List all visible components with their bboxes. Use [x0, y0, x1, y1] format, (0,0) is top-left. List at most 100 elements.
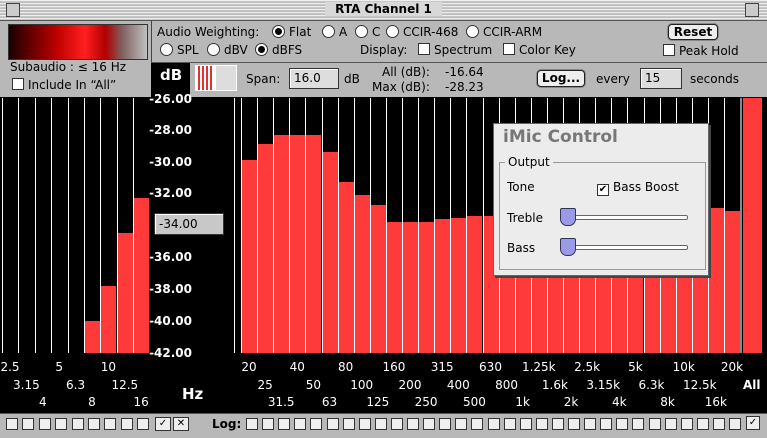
band-log-toggle[interactable] [632, 418, 644, 430]
spectrum-bar [451, 217, 466, 353]
radio-a-icon[interactable] [322, 25, 335, 38]
band-log-toggle[interactable] [39, 418, 51, 430]
radio-flat-icon[interactable] [272, 25, 285, 38]
max-db-value: -28.23 [445, 80, 484, 94]
spectrum-bar [323, 152, 338, 353]
x-tick-label: 31.5 [267, 395, 295, 409]
all-log-checkbox-icon[interactable]: ✓ [746, 416, 760, 430]
peak-hold-box[interactable] [663, 44, 675, 56]
grid-column [18, 98, 19, 353]
band-log-toggle[interactable] [488, 418, 500, 430]
band-log-toggle[interactable] [552, 418, 564, 430]
weighting-ccirarm-radio[interactable]: CCIR-ARM [466, 25, 542, 39]
span-field[interactable]: 16.0 [289, 68, 339, 89]
spectrum-bar [258, 144, 273, 353]
color-key-checkbox[interactable]: Color Key [503, 43, 576, 57]
band-log-toggle[interactable] [600, 418, 612, 430]
band-log-toggle[interactable] [584, 418, 596, 430]
graph-style-icon[interactable] [215, 65, 237, 91]
band-log-toggle[interactable] [697, 418, 709, 430]
y-tick-label: -38.00 [149, 282, 192, 296]
band-log-toggle[interactable] [568, 418, 580, 430]
band-log-toggle[interactable] [137, 418, 149, 430]
band-log-toggle[interactable] [455, 418, 467, 430]
band-log-toggle[interactable] [6, 418, 18, 430]
band-log-toggle[interactable] [121, 418, 133, 430]
band-log-toggle[interactable] [375, 418, 387, 430]
band-log-toggle[interactable] [55, 418, 67, 430]
band-log-toggle[interactable] [504, 418, 516, 430]
color-gradient-swatch [8, 24, 148, 60]
x-tick-label: 2.5 [0, 360, 20, 374]
band-log-toggle[interactable] [246, 418, 258, 430]
peak-hold-checkbox[interactable]: Peak Hold [663, 44, 739, 58]
band-log-toggle[interactable] [72, 418, 84, 430]
band-log-toggle[interactable] [665, 418, 677, 430]
radio-dbfs-icon[interactable] [255, 43, 268, 56]
band-log-toggle[interactable] [423, 418, 435, 430]
unit-spl-radio[interactable]: SPL [160, 43, 199, 57]
band-log-toggle[interactable] [294, 418, 306, 430]
band-log-toggle[interactable] [391, 418, 403, 430]
tone-label: Tone [507, 180, 535, 194]
zoom-box-icon[interactable] [745, 3, 759, 17]
every-field[interactable]: 15 [640, 68, 682, 89]
radio-ccir468-icon[interactable] [386, 25, 399, 38]
treble-slider-thumb[interactable] [560, 208, 576, 226]
band-log-toggle[interactable] [536, 418, 548, 430]
band-log-toggle[interactable] [616, 418, 628, 430]
grid-column [2, 98, 3, 353]
band-log-toggle[interactable] [407, 418, 419, 430]
spectrum-box[interactable] [418, 43, 430, 55]
unit-dbfs-radio[interactable]: dBFS [255, 43, 302, 57]
bass-boost-check-icon[interactable]: ✔ [597, 184, 609, 196]
radio-ccirarm-icon[interactable] [466, 25, 479, 38]
band-log-toggle[interactable] [471, 418, 483, 430]
treble-slider-track[interactable] [560, 215, 688, 220]
log-button[interactable]: Log... [537, 70, 585, 87]
bass-slider-thumb[interactable] [560, 238, 576, 256]
weighting-ccir468-radio[interactable]: CCIR-468 [386, 25, 458, 39]
x-tick-label: 25 [257, 378, 273, 392]
spectrum-bar [242, 160, 257, 353]
radio-spl-icon[interactable] [160, 43, 173, 56]
band-log-toggle[interactable] [681, 418, 693, 430]
unit-dbv-radio[interactable]: dBV [207, 43, 248, 57]
weighting-a-radio[interactable]: A [322, 25, 347, 39]
x-tick-label: 16k [704, 395, 727, 409]
band-log-toggle[interactable] [310, 418, 322, 430]
band-log-toggle[interactable] [278, 418, 290, 430]
color-key-box[interactable] [503, 43, 515, 55]
weighting-flat-radio[interactable]: Flat [272, 25, 311, 39]
band-log-toggle[interactable] [713, 418, 725, 430]
band-log-toggle[interactable] [729, 418, 741, 430]
radio-c-icon[interactable] [355, 25, 368, 38]
band-log-toggle[interactable] [104, 418, 116, 430]
cancel-icon[interactable]: ✕ [173, 417, 189, 431]
band-log-toggle[interactable] [262, 418, 274, 430]
view-toggle-icon[interactable] [195, 65, 215, 91]
y-tick-label: -26.00 [149, 92, 192, 106]
include-all-box[interactable] [12, 78, 24, 90]
bass-slider-track[interactable] [560, 245, 688, 250]
include-all-checkbox[interactable]: Include In “All” [12, 78, 116, 92]
band-log-toggle[interactable] [649, 418, 661, 430]
spectrum-checkbox[interactable]: Spectrum [418, 43, 492, 57]
level-cursor-field[interactable]: -34.00 [154, 213, 224, 235]
weighting-c-radio[interactable]: C [355, 25, 380, 39]
bass-boost-checkbox[interactable]: ✔ Bass Boost [597, 180, 679, 196]
radio-dbv-icon[interactable] [207, 43, 220, 56]
band-log-toggle[interactable] [22, 418, 34, 430]
x-tick-label: 800 [495, 378, 519, 392]
band-log-toggle[interactable] [327, 418, 339, 430]
title-bar[interactable]: RTA Channel 1 [0, 0, 767, 21]
band-log-toggle[interactable] [439, 418, 451, 430]
y-tick-label: -30.00 [149, 155, 192, 169]
band-log-toggle[interactable] [88, 418, 100, 430]
reset-button[interactable]: Reset [668, 24, 718, 40]
grid-column [68, 98, 69, 353]
confirm-icon[interactable]: ✓ [155, 417, 171, 431]
band-log-toggle[interactable] [359, 418, 371, 430]
band-log-toggle[interactable] [343, 418, 355, 430]
band-log-toggle[interactable] [520, 418, 532, 430]
